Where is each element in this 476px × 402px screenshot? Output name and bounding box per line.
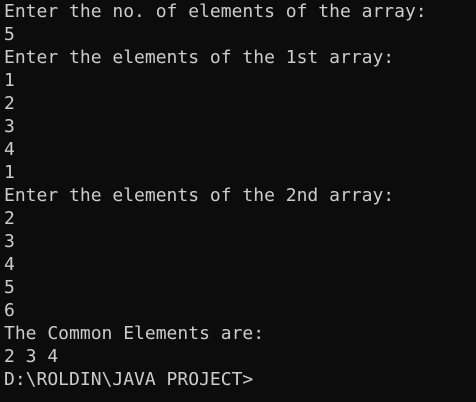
first-array-value: 1 bbox=[4, 70, 15, 91]
first-array-value: 3 bbox=[4, 116, 15, 137]
second-array-value: 3 bbox=[4, 231, 15, 252]
common-elements-result: 2 3 4 bbox=[4, 346, 59, 367]
first-array-value: 4 bbox=[4, 139, 15, 160]
second-array-value: 6 bbox=[4, 300, 15, 321]
common-elements-label: The Common Elements are: bbox=[4, 323, 265, 344]
console-output[interactable]: Enter the no. of elements of the array: … bbox=[0, 0, 476, 402]
prompt-num-elements: Enter the no. of elements of the array: bbox=[4, 1, 427, 22]
input-num-elements: 5 bbox=[4, 24, 15, 45]
prompt-second-array: Enter the elements of the 2nd array: bbox=[4, 185, 395, 206]
first-array-value: 1 bbox=[4, 162, 15, 183]
second-array-value: 5 bbox=[4, 277, 15, 298]
command-prompt[interactable]: D:\ROLDIN\JAVA PROJECT> bbox=[4, 368, 476, 391]
second-array-value: 2 bbox=[4, 208, 15, 229]
first-array-value: 2 bbox=[4, 93, 15, 114]
second-array-value: 4 bbox=[4, 254, 15, 275]
prompt-first-array: Enter the elements of the 1st array: bbox=[4, 47, 395, 68]
